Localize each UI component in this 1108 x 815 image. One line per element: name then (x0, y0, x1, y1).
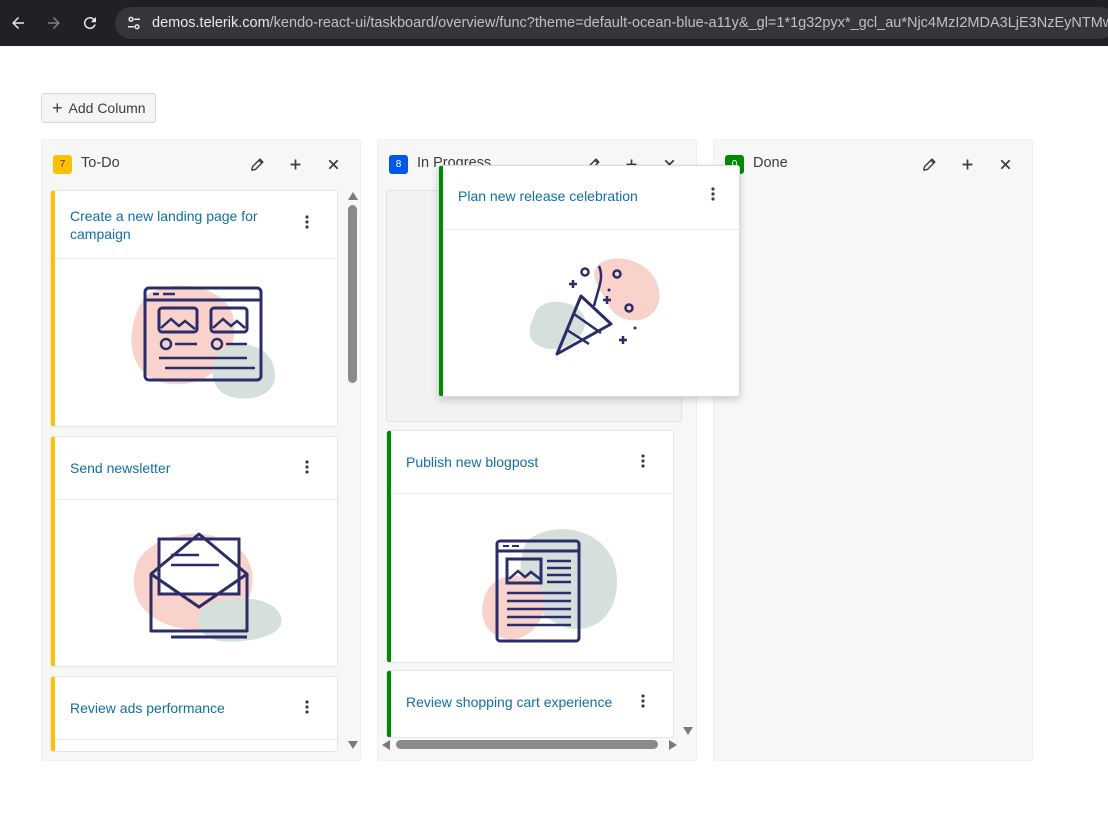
task-card[interactable]: Review ads performance (50, 676, 338, 752)
column-header: 0 Done (714, 140, 1032, 188)
priority-bar (387, 431, 391, 662)
card-menu-button[interactable] (635, 451, 651, 471)
reload-icon (83, 17, 96, 30)
more-vertical-icon (641, 694, 645, 708)
delete-column-button[interactable] (986, 152, 1024, 176)
column-todo: 7 To-Do Create a new landing page for ca… (41, 139, 361, 761)
url-text: demos.telerik.com/kendo-react-ui/taskboa… (152, 15, 1108, 31)
browser-toolbar: demos.telerik.com/kendo-react-ui/taskboa… (0, 0, 1108, 46)
card-title[interactable]: Plan new release celebration (458, 188, 638, 204)
card-menu-button[interactable] (299, 457, 315, 477)
priority-bar (51, 437, 55, 666)
more-vertical-icon (641, 454, 645, 468)
more-vertical-icon (305, 460, 309, 474)
plus-icon (962, 159, 972, 169)
card-title[interactable]: Create a new landing page for campaign (70, 207, 280, 243)
more-vertical-icon (305, 215, 309, 229)
card-menu-button[interactable] (299, 697, 315, 717)
column-title: Done (753, 155, 788, 171)
task-count-badge: 7 (53, 155, 72, 174)
add-card-button[interactable] (276, 152, 314, 176)
card-menu-button[interactable] (711, 187, 715, 206)
card-title[interactable]: Publish new blogpost (406, 453, 538, 471)
vertical-scrollbar[interactable] (347, 190, 359, 752)
card-divider (55, 258, 337, 259)
pencil-icon (250, 157, 264, 171)
task-card[interactable]: Review shopping cart experience (386, 670, 674, 738)
priority-bar (51, 191, 55, 426)
forward-button[interactable] (36, 0, 72, 46)
scroll-down-arrow-icon[interactable] (348, 741, 358, 749)
task-count-badge: 8 (389, 155, 408, 174)
blogpost-illustration (482, 529, 617, 643)
card-divider (55, 739, 337, 740)
more-vertical-icon (305, 700, 309, 714)
card-divider (55, 499, 337, 500)
reload-button[interactable] (72, 0, 108, 46)
pencil-icon (922, 157, 936, 171)
horizontal-scrollbar[interactable] (382, 739, 682, 751)
back-button[interactable] (0, 0, 36, 46)
scroll-up-arrow-icon[interactable] (348, 192, 358, 200)
priority-bar (387, 671, 391, 737)
card-title[interactable]: Review ads performance (70, 699, 225, 717)
envelope-illustration (133, 532, 282, 642)
close-icon (328, 159, 338, 169)
task-card[interactable]: Create a new landing page for campaign (50, 190, 338, 427)
card-divider (391, 493, 673, 494)
url-host: demos.telerik.com (152, 15, 270, 31)
more-vertical-icon (711, 187, 715, 201)
scrollbar-thumb[interactable] (396, 740, 658, 749)
plus-icon: + (52, 98, 63, 118)
close-icon (1000, 159, 1010, 169)
scroll-right-arrow-icon[interactable] (669, 740, 677, 750)
plus-icon (290, 159, 300, 169)
add-column-label: Add Column (68, 100, 146, 116)
card-menu-button[interactable] (299, 212, 315, 232)
url-path: /kendo-react-ui/taskboard/overview/func?… (269, 15, 1108, 31)
edit-column-button[interactable] (238, 152, 276, 176)
column-title: To-Do (81, 155, 120, 171)
site-settings-icon[interactable] (125, 14, 143, 32)
card-title[interactable]: Review shopping cart experience (406, 693, 612, 711)
scrollbar-thumb[interactable] (348, 205, 357, 383)
delete-column-button[interactable] (314, 152, 352, 176)
column-header: 7 To-Do (42, 140, 360, 188)
card-title[interactable]: Send newsletter (70, 459, 170, 477)
card-divider (443, 229, 739, 230)
add-card-button[interactable] (948, 152, 986, 176)
add-column-button[interactable]: + Add Column (41, 93, 156, 123)
scroll-down-arrow-icon[interactable] (683, 727, 693, 735)
priority-bar (439, 166, 443, 396)
address-bar[interactable]: demos.telerik.com/kendo-react-ui/taskboa… (115, 7, 1108, 39)
dragging-task-card[interactable]: Plan new release celebration (438, 165, 740, 397)
task-card[interactable]: Publish new blogpost (386, 430, 674, 663)
party-popper-illustration (529, 258, 660, 356)
column-done: 0 Done (713, 139, 1033, 761)
task-card[interactable]: Send newsletter (50, 436, 338, 667)
card-menu-button[interactable] (635, 691, 651, 711)
forward-arrow-icon (48, 17, 60, 29)
landing-page-illustration (131, 285, 275, 399)
back-arrow-icon (12, 17, 24, 29)
edit-column-button[interactable] (910, 152, 948, 176)
scroll-left-arrow-icon[interactable] (382, 740, 390, 750)
